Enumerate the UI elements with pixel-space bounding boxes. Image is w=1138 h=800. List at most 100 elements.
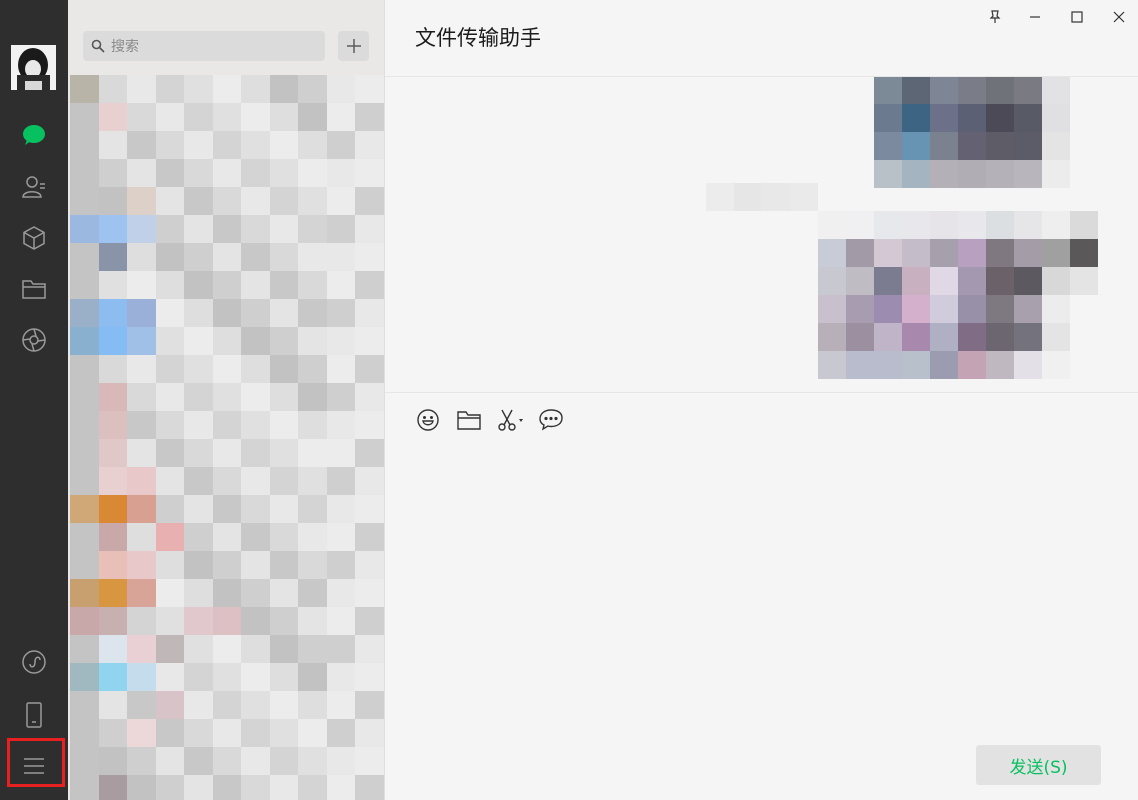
image-tile — [1014, 323, 1042, 351]
mosaic-tile — [155, 327, 184, 355]
mosaic-tile — [184, 719, 213, 747]
mosaic-tile — [127, 635, 156, 663]
mosaic-tile — [269, 103, 298, 131]
image-tile — [958, 77, 986, 104]
mosaic-tile — [155, 243, 184, 271]
mosaic-tile — [298, 691, 327, 719]
search-input[interactable]: 搜索 — [83, 31, 325, 61]
image-tile — [958, 104, 986, 132]
minimize-icon[interactable] — [1021, 4, 1049, 30]
image-tile — [1070, 239, 1098, 267]
mosaic-tile — [70, 355, 99, 383]
mosaic-tile — [98, 355, 127, 383]
mosaic-tile — [98, 439, 127, 467]
image-tile — [1014, 104, 1042, 132]
mosaic-tile — [212, 607, 241, 635]
image-tile — [1014, 295, 1042, 323]
image-tile — [902, 351, 930, 379]
image-tile — [958, 323, 986, 351]
mosaic-tile — [70, 411, 99, 439]
image-tile — [846, 211, 874, 239]
mosaic-tile — [155, 159, 184, 187]
mosaic-tile — [241, 103, 270, 131]
maximize-icon[interactable] — [1063, 4, 1091, 30]
mosaic-tile — [212, 355, 241, 383]
mosaic-tile — [155, 299, 184, 327]
mosaic-tile — [184, 775, 213, 800]
image-tile — [1042, 160, 1070, 188]
image-tile — [1042, 104, 1070, 132]
contacts-icon[interactable] — [19, 172, 49, 202]
mosaic-tile — [241, 299, 270, 327]
screenshot-icon[interactable] — [497, 406, 525, 434]
image-tile — [902, 211, 930, 239]
mosaic-tile — [127, 159, 156, 187]
image-tile — [874, 132, 902, 160]
image-tile — [1014, 77, 1042, 104]
files-icon[interactable] — [19, 274, 49, 304]
mosaic-tile — [98, 635, 127, 663]
image-tile — [1014, 132, 1042, 160]
mini-program-icon[interactable] — [19, 647, 49, 677]
mosaic-tile — [355, 691, 384, 719]
send-button[interactable]: 发送(S) — [976, 745, 1101, 785]
mosaic-tile — [70, 635, 99, 663]
mosaic-tile — [70, 75, 99, 103]
image-tile — [986, 77, 1014, 104]
image-tile — [930, 295, 958, 323]
image-tile — [762, 183, 790, 211]
mosaic-tile — [326, 103, 355, 131]
phone-icon[interactable] — [19, 700, 49, 730]
mosaic-tile — [127, 467, 156, 495]
mosaic-tile — [98, 327, 127, 355]
mosaic-tile — [355, 439, 384, 467]
mosaic-tile — [269, 523, 298, 551]
image-tile — [874, 77, 902, 104]
mosaic-tile — [212, 495, 241, 523]
image-tile — [818, 239, 846, 267]
mosaic-tile — [98, 159, 127, 187]
close-icon[interactable] — [1105, 4, 1133, 30]
mosaic-tile — [127, 495, 156, 523]
search-icon — [91, 39, 105, 53]
mosaic-tile — [355, 747, 384, 775]
mosaic-tile — [241, 635, 270, 663]
mosaic-tile — [355, 467, 384, 495]
mosaic-tile — [184, 439, 213, 467]
image-tile — [1070, 211, 1098, 239]
mosaic-tile — [70, 551, 99, 579]
image-tile — [1070, 267, 1098, 295]
avatar[interactable] — [11, 45, 56, 90]
mosaic-tile — [269, 635, 298, 663]
mosaic-tile — [241, 75, 270, 103]
moments-icon[interactable] — [19, 325, 49, 355]
mosaic-tile — [269, 551, 298, 579]
favorites-icon[interactable] — [19, 223, 49, 253]
mosaic-tile — [155, 495, 184, 523]
image-tile — [986, 132, 1014, 160]
folder-icon[interactable] — [455, 406, 483, 434]
mosaic-tile — [184, 131, 213, 159]
mosaic-tile — [269, 747, 298, 775]
pin-icon[interactable] — [981, 4, 1009, 30]
add-button[interactable] — [338, 31, 369, 61]
emoji-icon[interactable] — [414, 406, 442, 434]
mosaic-tile — [127, 131, 156, 159]
mosaic-tile — [184, 103, 213, 131]
mosaic-tile — [298, 607, 327, 635]
mosaic-tile — [241, 579, 270, 607]
mosaic-tile — [212, 327, 241, 355]
chat-icon[interactable] — [19, 120, 49, 150]
chat-history-icon[interactable] — [537, 406, 565, 434]
mosaic-tile — [184, 607, 213, 635]
mosaic-tile — [184, 327, 213, 355]
image-tile — [930, 77, 958, 104]
mosaic-tile — [155, 635, 184, 663]
image-tile — [930, 351, 958, 379]
mosaic-tile — [70, 579, 99, 607]
mosaic-tile — [355, 635, 384, 663]
mosaic-tile — [269, 467, 298, 495]
mosaic-tile — [298, 103, 327, 131]
mosaic-tile — [184, 187, 213, 215]
chat-list-mosaic[interactable] — [70, 75, 384, 800]
